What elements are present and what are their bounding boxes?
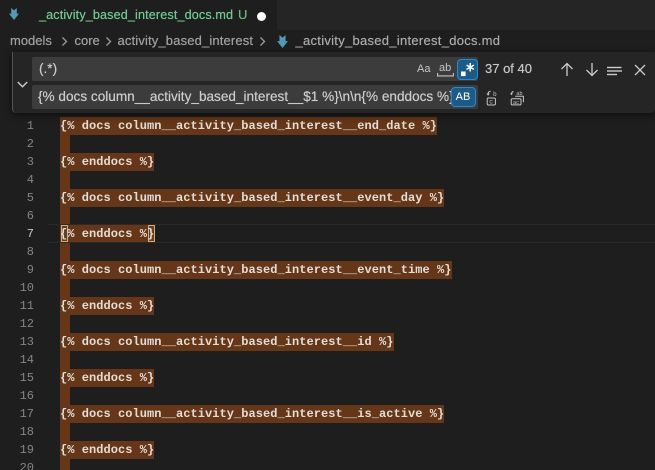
svg-text:b: b [493,91,497,98]
svg-text:ab: ab [516,91,522,97]
svg-text:ac: ac [513,100,519,106]
svg-text:c: c [489,99,493,106]
